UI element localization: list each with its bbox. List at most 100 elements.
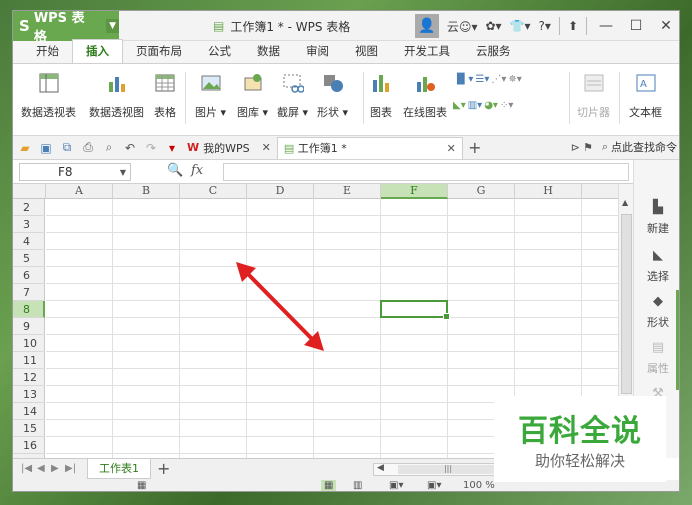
other-chart-icon[interactable]: ⁘▾	[500, 100, 513, 111]
horizontal-scrollbar[interactable]: ◀ |||	[373, 463, 503, 476]
layout-view-icon[interactable]: ▣▾	[389, 480, 403, 491]
tab-home[interactable]: 开始	[23, 40, 72, 63]
save-icon[interactable]: ▣	[37, 140, 55, 156]
row-header-selected[interactable]: 8	[13, 301, 45, 318]
pivot-chart-button[interactable]: 数据透视图	[89, 70, 144, 120]
search-command[interactable]: ⊳ ⚑ ⌕ 点此查找命令	[571, 139, 677, 155]
pie-chart-icon[interactable]: ◕▾	[484, 100, 498, 111]
task-pane-select[interactable]: ◣ 选择	[634, 248, 679, 284]
row-header[interactable]: 11	[13, 352, 45, 369]
scroll-up-icon[interactable]: ▲	[622, 198, 628, 207]
undo-icon[interactable]: ↶	[121, 140, 139, 156]
tab-review[interactable]: 审阅	[293, 40, 342, 63]
page-break-view-icon[interactable]: ▥	[353, 480, 362, 491]
select-all-corner[interactable]	[13, 184, 46, 199]
tab-insert[interactable]: 插入	[72, 39, 123, 63]
row-header[interactable]: 2	[13, 199, 45, 216]
chart-type-row-1[interactable]: ▐▌▾ ☰▾ ⋰▾ ✵▾	[453, 74, 522, 85]
chart-type-row-2[interactable]: ◣▾ ▥▾ ◕▾ ⁘▾	[453, 100, 513, 111]
macro-icon[interactable]: ▦	[137, 480, 146, 491]
sheet-tab[interactable]: 工作表1	[87, 459, 151, 479]
table-button[interactable]: 表格	[153, 70, 177, 120]
task-pane-toggle[interactable]	[676, 290, 679, 390]
tab-my-wps[interactable]: W 我的WPS ✕	[181, 137, 277, 159]
tab-cloud[interactable]: 云服务	[463, 40, 524, 63]
name-box[interactable]: F8 ▼	[19, 163, 131, 181]
chart-button[interactable]: 图表	[369, 70, 393, 120]
row-header[interactable]: 13	[13, 386, 45, 403]
online-chart-button[interactable]: 在线图表	[403, 70, 447, 120]
column-header-selected[interactable]: F	[381, 184, 448, 199]
selected-cell-f8[interactable]	[380, 300, 450, 320]
column-chart-icon[interactable]: ▐▌▾	[453, 74, 473, 85]
scroll-thumb[interactable]	[621, 214, 632, 394]
line-chart-icon[interactable]: ☰▾	[475, 74, 489, 85]
area-chart-icon[interactable]: ◣▾	[453, 100, 466, 111]
maximize-button[interactable]: ☐	[621, 18, 651, 34]
task-pane-shape[interactable]: ◆ 形状	[634, 294, 679, 330]
column-header[interactable]: D	[247, 184, 314, 199]
scatter-chart-icon[interactable]: ⋰▾	[491, 74, 506, 85]
row-header[interactable]: 14	[13, 403, 45, 420]
help-button[interactable]: ?▾	[535, 19, 555, 33]
row-header[interactable]: 3	[13, 216, 45, 233]
folder-open-icon[interactable]: ▰	[16, 140, 34, 156]
redo-icon[interactable]: ↷	[142, 140, 160, 156]
slicer-button[interactable]: 切片器	[577, 70, 610, 120]
row-header[interactable]: 4	[13, 233, 45, 250]
column-header[interactable]: A	[46, 184, 113, 199]
close-button[interactable]: ✕	[651, 18, 679, 34]
customize-icon[interactable]: ▾	[163, 140, 181, 156]
tab-developer[interactable]: 开发工具	[391, 40, 463, 63]
add-sheet-button[interactable]: +	[157, 459, 170, 478]
row-header[interactable]: 5	[13, 250, 45, 267]
gallery-button[interactable]: 图库 ▾	[237, 70, 268, 120]
cloud-user-button[interactable]: 云☺▾	[443, 18, 482, 35]
zoom-level[interactable]: 100 %	[463, 480, 495, 491]
row-header[interactable]: 15	[13, 420, 45, 437]
prev-sheet-icon[interactable]: ◀	[37, 463, 45, 474]
restore-ribbon-icon[interactable]: ⬆	[564, 19, 582, 33]
row-header[interactable]: 16	[13, 437, 45, 454]
column-header[interactable]: C	[180, 184, 247, 199]
stock-chart-icon[interactable]: ▥▾	[468, 100, 482, 111]
column-header[interactable]: H	[515, 184, 582, 199]
save-as-icon[interactable]: ⧉	[58, 140, 76, 156]
formula-input[interactable]	[223, 163, 629, 181]
reading-mode-icon[interactable]: ▣▾	[427, 480, 441, 491]
feedback-icon[interactable]: ⚑	[583, 141, 593, 154]
share-icon[interactable]: ⊳	[571, 141, 580, 154]
row-header[interactable]: 12	[13, 369, 45, 386]
first-sheet-icon[interactable]: |◀	[21, 463, 32, 474]
radar-chart-icon[interactable]: ✵▾	[508, 74, 521, 85]
row-header[interactable]: 6	[13, 267, 45, 284]
tab-workbook[interactable]: ▤ 工作簿1 * ✕	[276, 136, 463, 159]
print-icon[interactable]: ⎙	[79, 140, 97, 156]
row-header[interactable]: 10	[13, 335, 45, 352]
picture-button[interactable]: 图片 ▾	[195, 70, 226, 120]
row-header[interactable]: 9	[13, 318, 45, 335]
last-sheet-icon[interactable]: ▶|	[65, 463, 76, 474]
screenshot-button[interactable]: 截屏 ▾	[277, 70, 308, 120]
tab-formulas[interactable]: 公式	[195, 40, 244, 63]
skin-icon[interactable]: ✿▾	[481, 19, 505, 33]
textbox-button[interactable]: A 文本框	[629, 70, 662, 120]
tab-page-layout[interactable]: 页面布局	[123, 40, 195, 63]
close-icon[interactable]: ✕	[447, 142, 456, 155]
normal-view-icon[interactable]: ▦	[321, 480, 337, 491]
task-pane-new[interactable]: ▙ 新建	[634, 200, 679, 236]
tab-view[interactable]: 视图	[342, 40, 391, 63]
print-preview-icon[interactable]: ⌕	[100, 140, 118, 156]
column-header[interactable]: E	[314, 184, 381, 199]
column-header[interactable]: B	[113, 184, 180, 199]
app-menu-button[interactable]: S WPS 表格 ▼	[13, 11, 119, 45]
next-sheet-icon[interactable]: ▶	[51, 463, 59, 474]
task-pane-property[interactable]: ▤ 属性	[634, 340, 679, 376]
shirt-icon[interactable]: 👕▾	[506, 19, 535, 33]
shapes-button[interactable]: 形状 ▾	[317, 70, 348, 120]
avatar[interactable]: 👤	[414, 14, 439, 38]
minimize-button[interactable]: —	[591, 18, 621, 34]
fx-button[interactable]: fx	[191, 163, 203, 178]
pivot-table-button[interactable]: 数据透视表	[21, 70, 76, 120]
zoom-formula-icon[interactable]: 🔍	[167, 163, 183, 178]
